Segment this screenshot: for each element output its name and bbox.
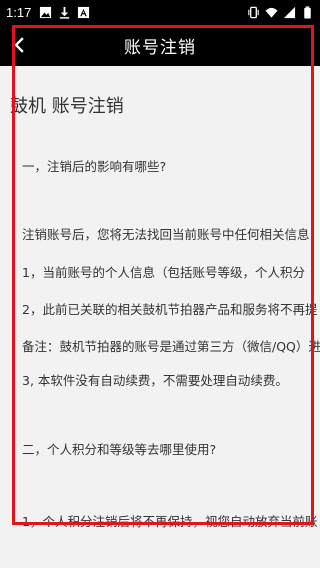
paragraph: 1，个人积分注销后将不再保持，视您自动放弃当前账 [22,514,318,529]
chevron-left-icon [14,37,24,53]
section-heading-1: 一，注销后的影响有哪些? [22,159,167,174]
paragraph: 3, 本软件没有自动续费，不需要处理自动续费。 [22,373,288,388]
battery-icon [304,5,311,19]
image-icon [40,6,52,18]
back-button[interactable] [6,32,32,58]
paragraph: 1，当前账号的个人信息（包括账号等级，个人积分 [22,265,305,280]
paragraph: 备注：鼓机节拍器的账号是通过第三方（微信/QQ）进 [22,339,320,354]
status-time: 1:17 [6,4,32,20]
status-bar: 1:17 [0,0,320,24]
notification-icons [39,6,90,19]
section-heading-2: 二，个人积分和等级等去哪里使用? [22,442,217,457]
download-icon [60,6,70,19]
wifi-icon [265,7,278,18]
agreement-content[interactable]: 鼓机 账号注销 一，注销后的影响有哪些? 注销账号后，您将无法找回当前账号中任何… [0,66,320,568]
status-left: 1:17 [6,5,90,20]
content-title: 鼓机 账号注销 [10,96,124,117]
signal-icon [283,6,296,18]
vibrate-icon [248,6,259,18]
a-box-icon [78,6,90,18]
paragraph: 2，此前已关联的相关鼓机节拍器产品和服务将不再提 [22,302,318,317]
paragraph: 注销账号后，您将无法找回当前账号中任何相关信息， [22,227,320,242]
page-title: 账号注销 [124,37,196,58]
system-icons [247,5,314,19]
app-bar: 账号注销 [0,24,320,66]
